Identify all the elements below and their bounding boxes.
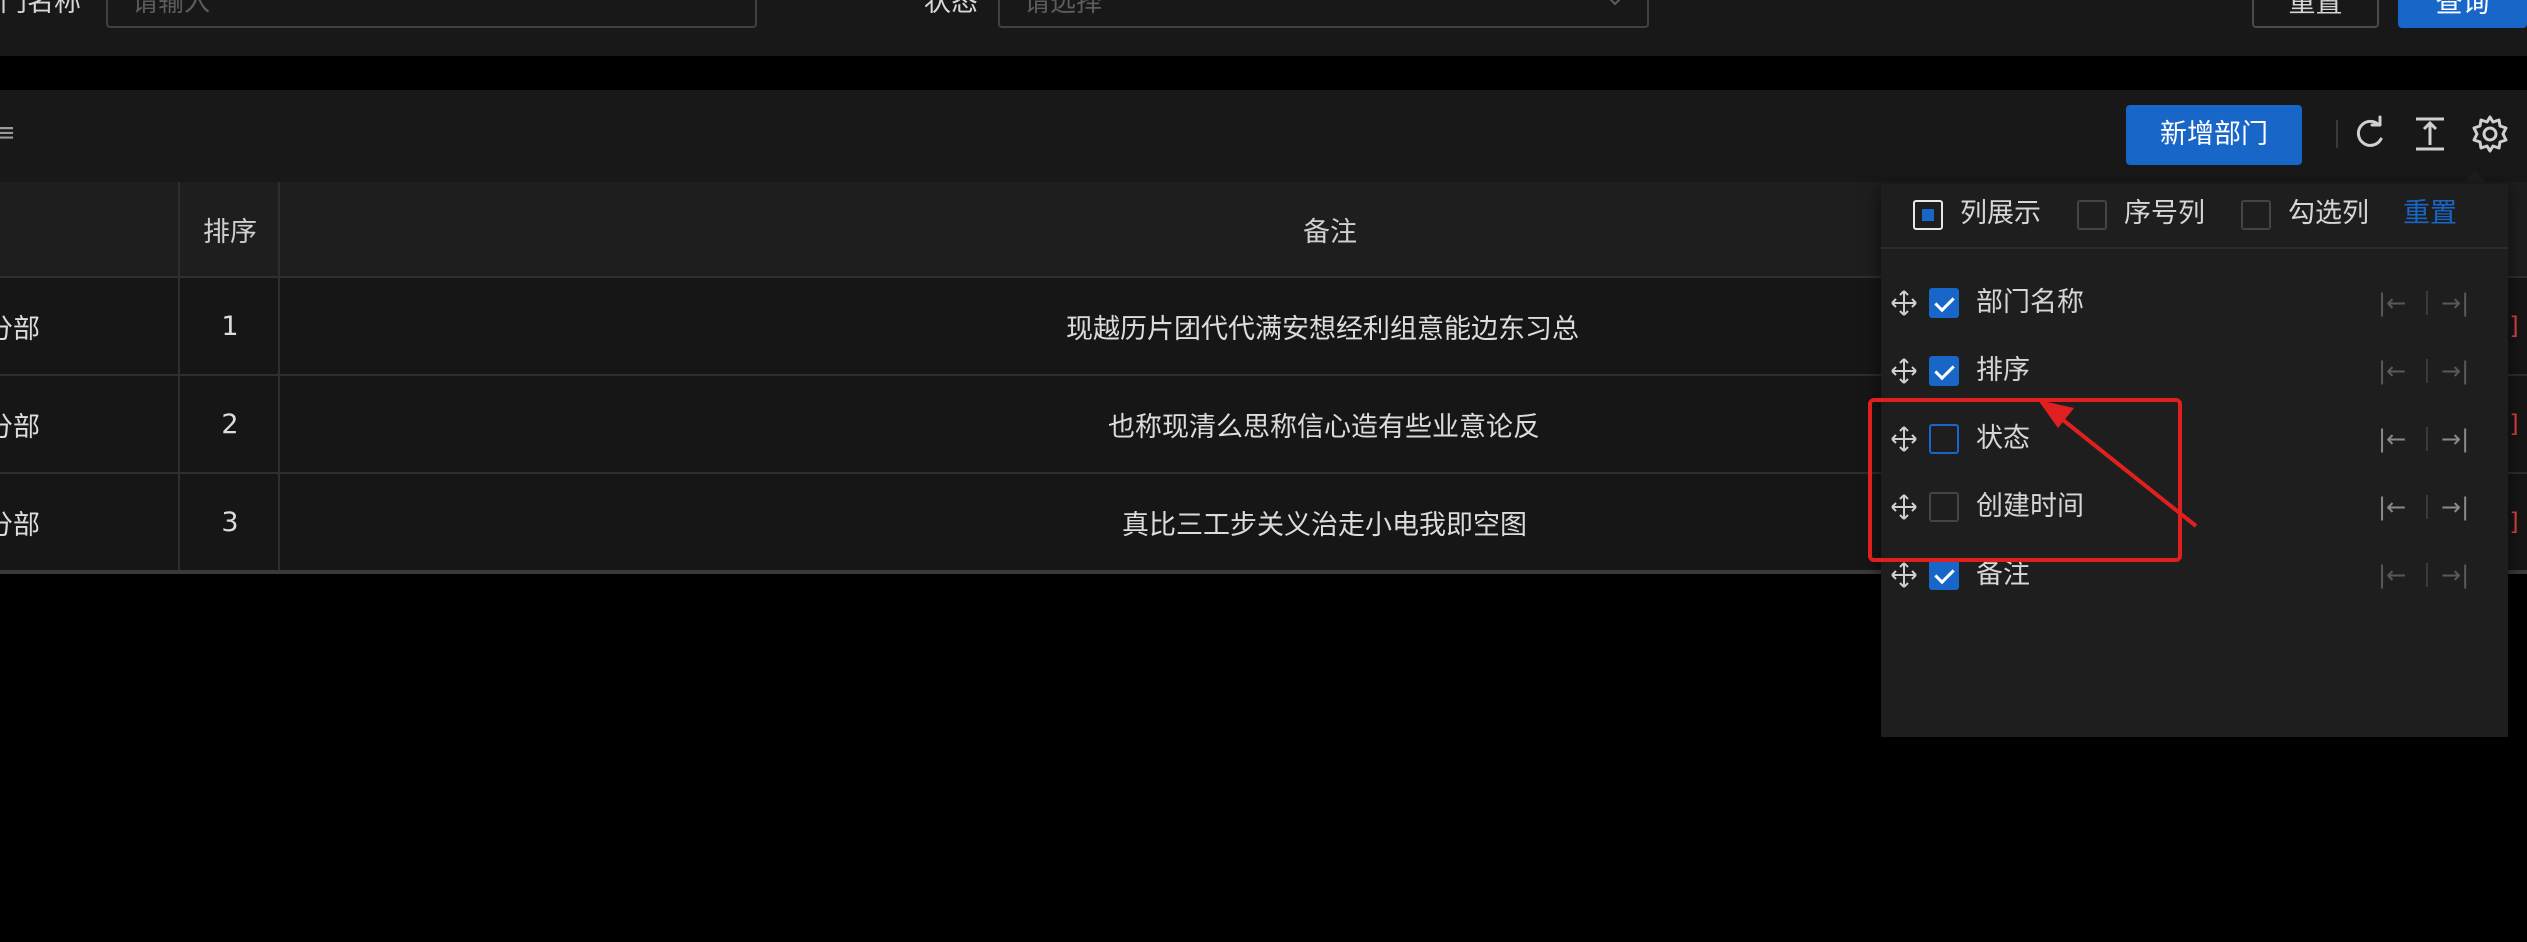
status-label: 状态: [924, 0, 978, 18]
settings-icon[interactable]: [2470, 114, 2510, 154]
refresh-icon[interactable]: [2350, 114, 2390, 154]
pin-right-icon[interactable]: →|: [2441, 357, 2469, 385]
show-columns-label: 列展示: [1960, 198, 2041, 229]
sort-cell: 2: [221, 408, 239, 440]
column-label-dept-name: 部门名称: [1976, 287, 2084, 318]
toolbar-divider: [2336, 120, 2338, 148]
pin-right-icon[interactable]: →|: [2441, 493, 2469, 521]
dept-name-placeholder: 请输入: [132, 0, 211, 18]
column-checkbox-dept-name[interactable]: [1929, 288, 1959, 318]
pin-divider: [2426, 427, 2428, 451]
column-checkbox-sort[interactable]: [1929, 356, 1959, 386]
selection-column-checkbox[interactable]: [2241, 200, 2271, 230]
dept-name-cell: 分部: [0, 509, 40, 541]
column-settings-reset-link[interactable]: 重置: [2403, 198, 2457, 230]
remark-text: 也称现清么思称信心造有些业意论反: [1108, 411, 1540, 443]
column-divider: [278, 182, 280, 570]
index-column-label: 序号列: [2124, 198, 2205, 229]
pin-divider: [2426, 495, 2428, 519]
sort-cell: 3: [221, 506, 239, 538]
column-divider: [178, 182, 180, 570]
status-placeholder: 请选择: [1024, 0, 1103, 18]
column-checkbox-remark[interactable]: [1929, 560, 1959, 590]
pin-divider: [2426, 563, 2428, 587]
pin-right-icon[interactable]: →|: [2441, 425, 2469, 453]
reset-button[interactable]: 重置: [2252, 0, 2379, 28]
index-column-checkbox[interactable]: [2077, 200, 2107, 230]
column-height-icon[interactable]: [2410, 114, 2450, 154]
toolbar-title-fragment: ≡: [0, 118, 16, 148]
status-select[interactable]: 请选择: [998, 0, 1649, 28]
annotation-arrow: [2038, 400, 2198, 528]
column-label-remark: 备注: [1976, 559, 2030, 590]
dept-name-cell: 分部: [0, 411, 40, 443]
dept-name-cell: 分部: [0, 313, 40, 345]
pin-right-icon[interactable]: →|: [2441, 289, 2469, 317]
sort-cell: 1: [221, 310, 239, 342]
pin-right-icon[interactable]: →|: [2441, 561, 2469, 589]
selection-column-label: 勾选列: [2288, 198, 2369, 229]
pin-left-icon[interactable]: |←: [2378, 289, 2406, 317]
remark-text: 现越历片团代代满安想经利组意能边东习总: [1066, 313, 1579, 345]
drag-handle-icon[interactable]: [1890, 289, 1918, 317]
remark-header-label: 备注: [1303, 216, 1357, 248]
pin-left-icon[interactable]: |←: [2378, 561, 2406, 589]
drag-handle-icon[interactable]: [1890, 357, 1918, 385]
drag-handle-icon[interactable]: [1890, 561, 1918, 589]
table-header-name: [0, 182, 180, 276]
show-columns-checkbox[interactable]: [1913, 200, 1943, 230]
query-button[interactable]: 查询: [2398, 0, 2527, 28]
column-label-sort: 排序: [1976, 355, 2030, 386]
popover-header-divider: [1881, 247, 2508, 249]
pin-left-icon[interactable]: |←: [2378, 493, 2406, 521]
pin-divider: [2426, 359, 2428, 383]
table-header-sort[interactable]: 排序: [180, 182, 280, 276]
pin-divider: [2426, 291, 2428, 315]
remark-text: 真比三工步关义治走小电我即空图: [1122, 509, 1527, 541]
add-department-button[interactable]: 新增部门: [2126, 105, 2302, 165]
chevron-down-icon: [1609, 0, 1621, 6]
dept-name-label: 门名称: [0, 0, 81, 18]
pin-left-icon[interactable]: |←: [2378, 425, 2406, 453]
pin-left-icon[interactable]: |←: [2378, 357, 2406, 385]
dept-name-input[interactable]: 请输入: [106, 0, 757, 28]
